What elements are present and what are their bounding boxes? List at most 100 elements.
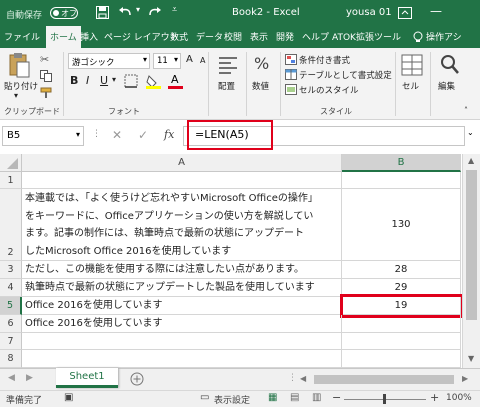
tab-atok[interactable]: ATOK拡張ツール <box>332 30 401 43</box>
next-sheet-icon[interactable]: ▶ <box>26 373 33 383</box>
ribbon-display-icon[interactable] <box>398 7 412 19</box>
page-layout-view-icon[interactable]: ▤ <box>290 392 299 403</box>
search-icon[interactable] <box>440 54 460 76</box>
tab-file[interactable]: ファイル <box>4 30 40 43</box>
row-header-8[interactable]: 8 <box>0 350 22 368</box>
expand-formula-bar-icon[interactable]: ⌄ <box>467 128 474 137</box>
scroll-right-icon[interactable]: ▶ <box>462 374 468 383</box>
cells-icon[interactable] <box>401 54 423 76</box>
vertical-scroll-thumb[interactable] <box>466 170 477 320</box>
minimize-icon[interactable]: — <box>430 4 442 18</box>
name-box-dropdown-icon[interactable]: ▾ <box>76 130 80 139</box>
select-all-corner[interactable] <box>0 154 22 172</box>
display-settings-icon[interactable]: ▭ <box>200 392 209 403</box>
cell-b3[interactable]: 28 <box>342 261 461 279</box>
conditional-formatting-button[interactable]: 条件付き書式 <box>299 54 350 66</box>
zoom-level[interactable]: 100% <box>446 393 472 403</box>
italic-button[interactable]: I <box>86 74 89 87</box>
name-box[interactable]: B5 ▾ <box>2 126 84 146</box>
undo-icon[interactable] <box>118 6 134 19</box>
number-label[interactable]: 数値 <box>252 80 269 92</box>
underline-button[interactable]: U <box>100 74 108 87</box>
row-header-6[interactable]: 6 <box>0 315 22 333</box>
zoom-slider-thumb[interactable] <box>383 394 386 404</box>
shrink-font-icon[interactable]: A <box>200 56 205 65</box>
cell-a6[interactable]: Office 2016を使用しています <box>22 315 342 333</box>
autosave-toggle[interactable]: オフ <box>50 7 78 19</box>
cell-a2[interactable]: 本連載では、「よく使うけど忘れやすいMicrosoft Officeの操作」 を… <box>22 189 342 261</box>
new-sheet-icon[interactable] <box>130 372 144 386</box>
alignment-icon[interactable] <box>217 54 239 76</box>
cell-a1[interactable] <box>22 172 342 189</box>
format-as-table-icon[interactable] <box>285 69 297 80</box>
tab-data[interactable]: データ <box>196 30 223 43</box>
row-header-5[interactable]: 5 <box>0 297 22 315</box>
format-as-table-button[interactable]: テーブルとして書式設定 <box>299 69 392 81</box>
cell-styles-button[interactable]: セルのスタイル <box>299 84 359 96</box>
tab-insert[interactable]: 挿入 <box>80 30 98 43</box>
column-header-a[interactable]: A <box>22 154 342 172</box>
bold-button[interactable]: B <box>70 74 78 87</box>
formula-input[interactable]: =LEN(A5) <box>187 120 273 150</box>
grow-font-icon[interactable]: A <box>186 54 193 65</box>
insert-function-icon[interactable]: fx <box>164 128 174 141</box>
scroll-down-icon[interactable]: ▼ <box>468 354 474 363</box>
cell-b7[interactable] <box>342 333 461 350</box>
row-header-2[interactable]: 2 <box>0 189 22 261</box>
row-header-4[interactable]: 4 <box>0 279 22 297</box>
tab-developer[interactable]: 開発 <box>276 30 294 43</box>
font-name-box[interactable]: 游ゴシック ▾ <box>68 53 150 69</box>
copy-icon[interactable] <box>40 70 52 82</box>
borders-icon[interactable] <box>124 74 138 88</box>
cell-a4[interactable]: 執筆時点で最新の状態にアップデートした製品を使用しています <box>22 279 342 297</box>
sheet-tab-sheet1[interactable]: Sheet1 <box>56 368 118 388</box>
customize-qat-icon[interactable]: ⩡ <box>172 5 177 15</box>
editing-label[interactable]: 編集 <box>438 80 455 92</box>
cut-icon[interactable]: ✂ <box>40 53 49 66</box>
row-header-7[interactable]: 7 <box>0 333 22 350</box>
cell-b1[interactable] <box>342 172 461 189</box>
macro-record-icon[interactable]: ▣ <box>64 392 73 403</box>
vertical-scrollbar[interactable]: ▲ ▼ <box>462 154 480 368</box>
cancel-icon[interactable]: ✕ <box>112 128 122 142</box>
alignment-label[interactable]: 配置 <box>218 80 235 92</box>
cell-styles-icon[interactable] <box>285 84 297 95</box>
undo-dropdown-icon[interactable]: ▾ <box>136 5 140 14</box>
tell-me-search[interactable]: 操作アシ <box>426 30 462 43</box>
cell-a3[interactable]: ただし、この機能を使用する際には注意したい点があります。 <box>22 261 342 279</box>
scroll-up-icon[interactable]: ▲ <box>468 156 474 165</box>
tab-formulas[interactable]: 数式 <box>170 30 188 43</box>
font-size-box[interactable]: 11 ▾ <box>153 53 181 69</box>
user-name[interactable]: yousa 01 <box>346 7 392 18</box>
zoom-out-button[interactable]: − <box>332 391 341 404</box>
tab-review[interactable]: 校閲 <box>224 30 242 43</box>
tab-home[interactable]: ホーム <box>46 26 81 48</box>
enter-icon[interactable]: ✓ <box>138 128 148 142</box>
tab-split-handle-icon[interactable]: ⋮ <box>288 373 297 383</box>
conditional-formatting-icon[interactable] <box>285 54 297 65</box>
cell-a5[interactable]: Office 2016を使用しています <box>22 297 342 315</box>
cell-b8[interactable] <box>342 350 461 368</box>
cell-a7[interactable] <box>22 333 342 350</box>
cell-b6[interactable] <box>342 315 461 333</box>
font-name-dropdown-icon[interactable]: ▾ <box>143 55 147 64</box>
underline-dropdown-icon[interactable]: ▾ <box>112 75 116 84</box>
redo-icon[interactable] <box>146 6 162 19</box>
row-header-1[interactable]: 1 <box>0 172 22 189</box>
row-header-3[interactable]: 3 <box>0 261 22 279</box>
tab-help[interactable]: ヘルプ <box>302 30 329 43</box>
horizontal-scroll-thumb[interactable] <box>314 375 454 384</box>
zoom-in-button[interactable]: + <box>430 391 439 404</box>
cell-a8[interactable] <box>22 350 342 368</box>
collapse-ribbon-icon[interactable]: ˄ <box>464 106 468 115</box>
paste-icon[interactable] <box>8 52 30 78</box>
normal-view-icon[interactable]: ▦ <box>268 392 277 403</box>
format-painter-icon[interactable] <box>40 87 52 99</box>
cells-label[interactable]: セル <box>402 80 419 92</box>
page-break-view-icon[interactable]: ▥ <box>312 392 321 403</box>
scroll-left-icon[interactable]: ◀ <box>300 374 306 383</box>
tab-view[interactable]: 表示 <box>250 30 268 43</box>
column-header-b[interactable]: B <box>342 154 461 172</box>
font-size-dropdown-icon[interactable]: ▾ <box>174 55 178 64</box>
font-color-icon[interactable]: A <box>168 73 184 89</box>
